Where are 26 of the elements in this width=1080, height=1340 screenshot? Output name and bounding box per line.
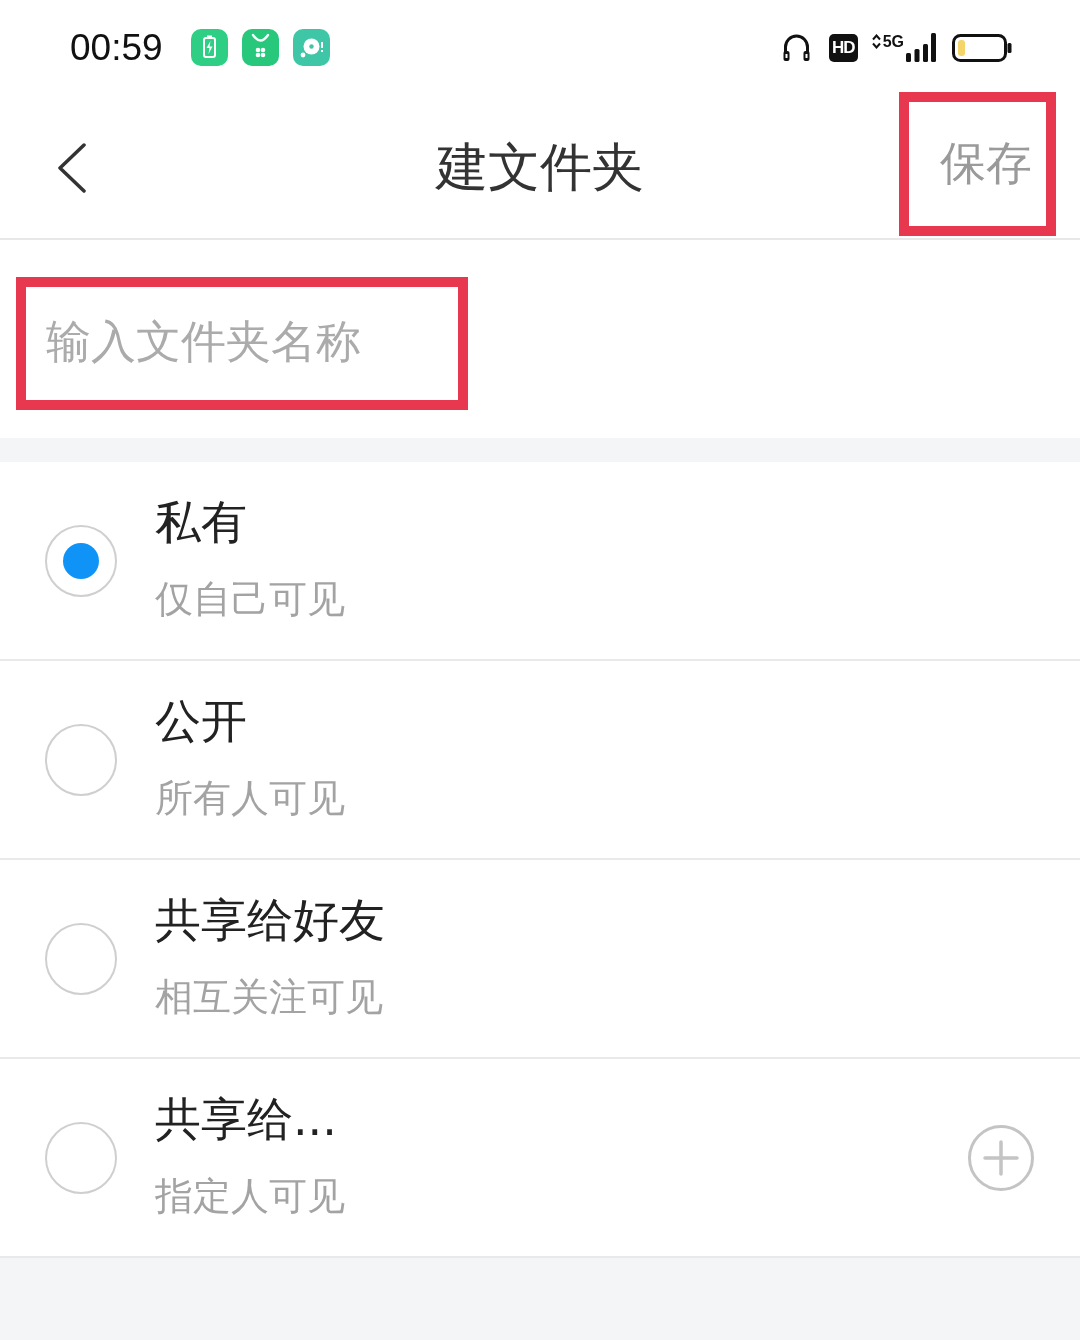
option-description: 指定人可见 [155,1172,345,1220]
shopping-bag-icon [241,29,279,66]
headphones-icon [782,33,812,62]
radio-button[interactable] [45,922,117,995]
signal-icon [906,32,936,62]
battery-icon [952,33,1012,62]
add-circle-icon[interactable] [968,1124,1034,1191]
battery-charging-icon [190,29,228,66]
folder-name-field[interactable]: 输入文件夹名称 [16,277,468,410]
network-type: 5G [882,32,904,50]
back-icon[interactable] [57,142,87,193]
save-button[interactable]: 保存 [899,91,1056,236]
page-title: 建文件夹 [436,135,644,199]
option-title: 共享给... [155,1090,337,1148]
radio-button[interactable] [45,524,117,597]
option-description: 仅自己可见 [155,575,345,623]
option-title: 共享给好友 [155,891,385,949]
option-description: 所有人可见 [155,774,345,822]
option-title: 私有 [155,493,247,551]
hd-badge: HD [829,33,858,62]
data-transfer-icon [871,33,881,49]
option-description: 相互关注可见 [155,973,383,1021]
option-title: 公开 [155,692,247,750]
radio-button[interactable] [45,1121,117,1194]
radio-button[interactable] [45,723,117,796]
status-time: 00:59 [70,25,163,70]
